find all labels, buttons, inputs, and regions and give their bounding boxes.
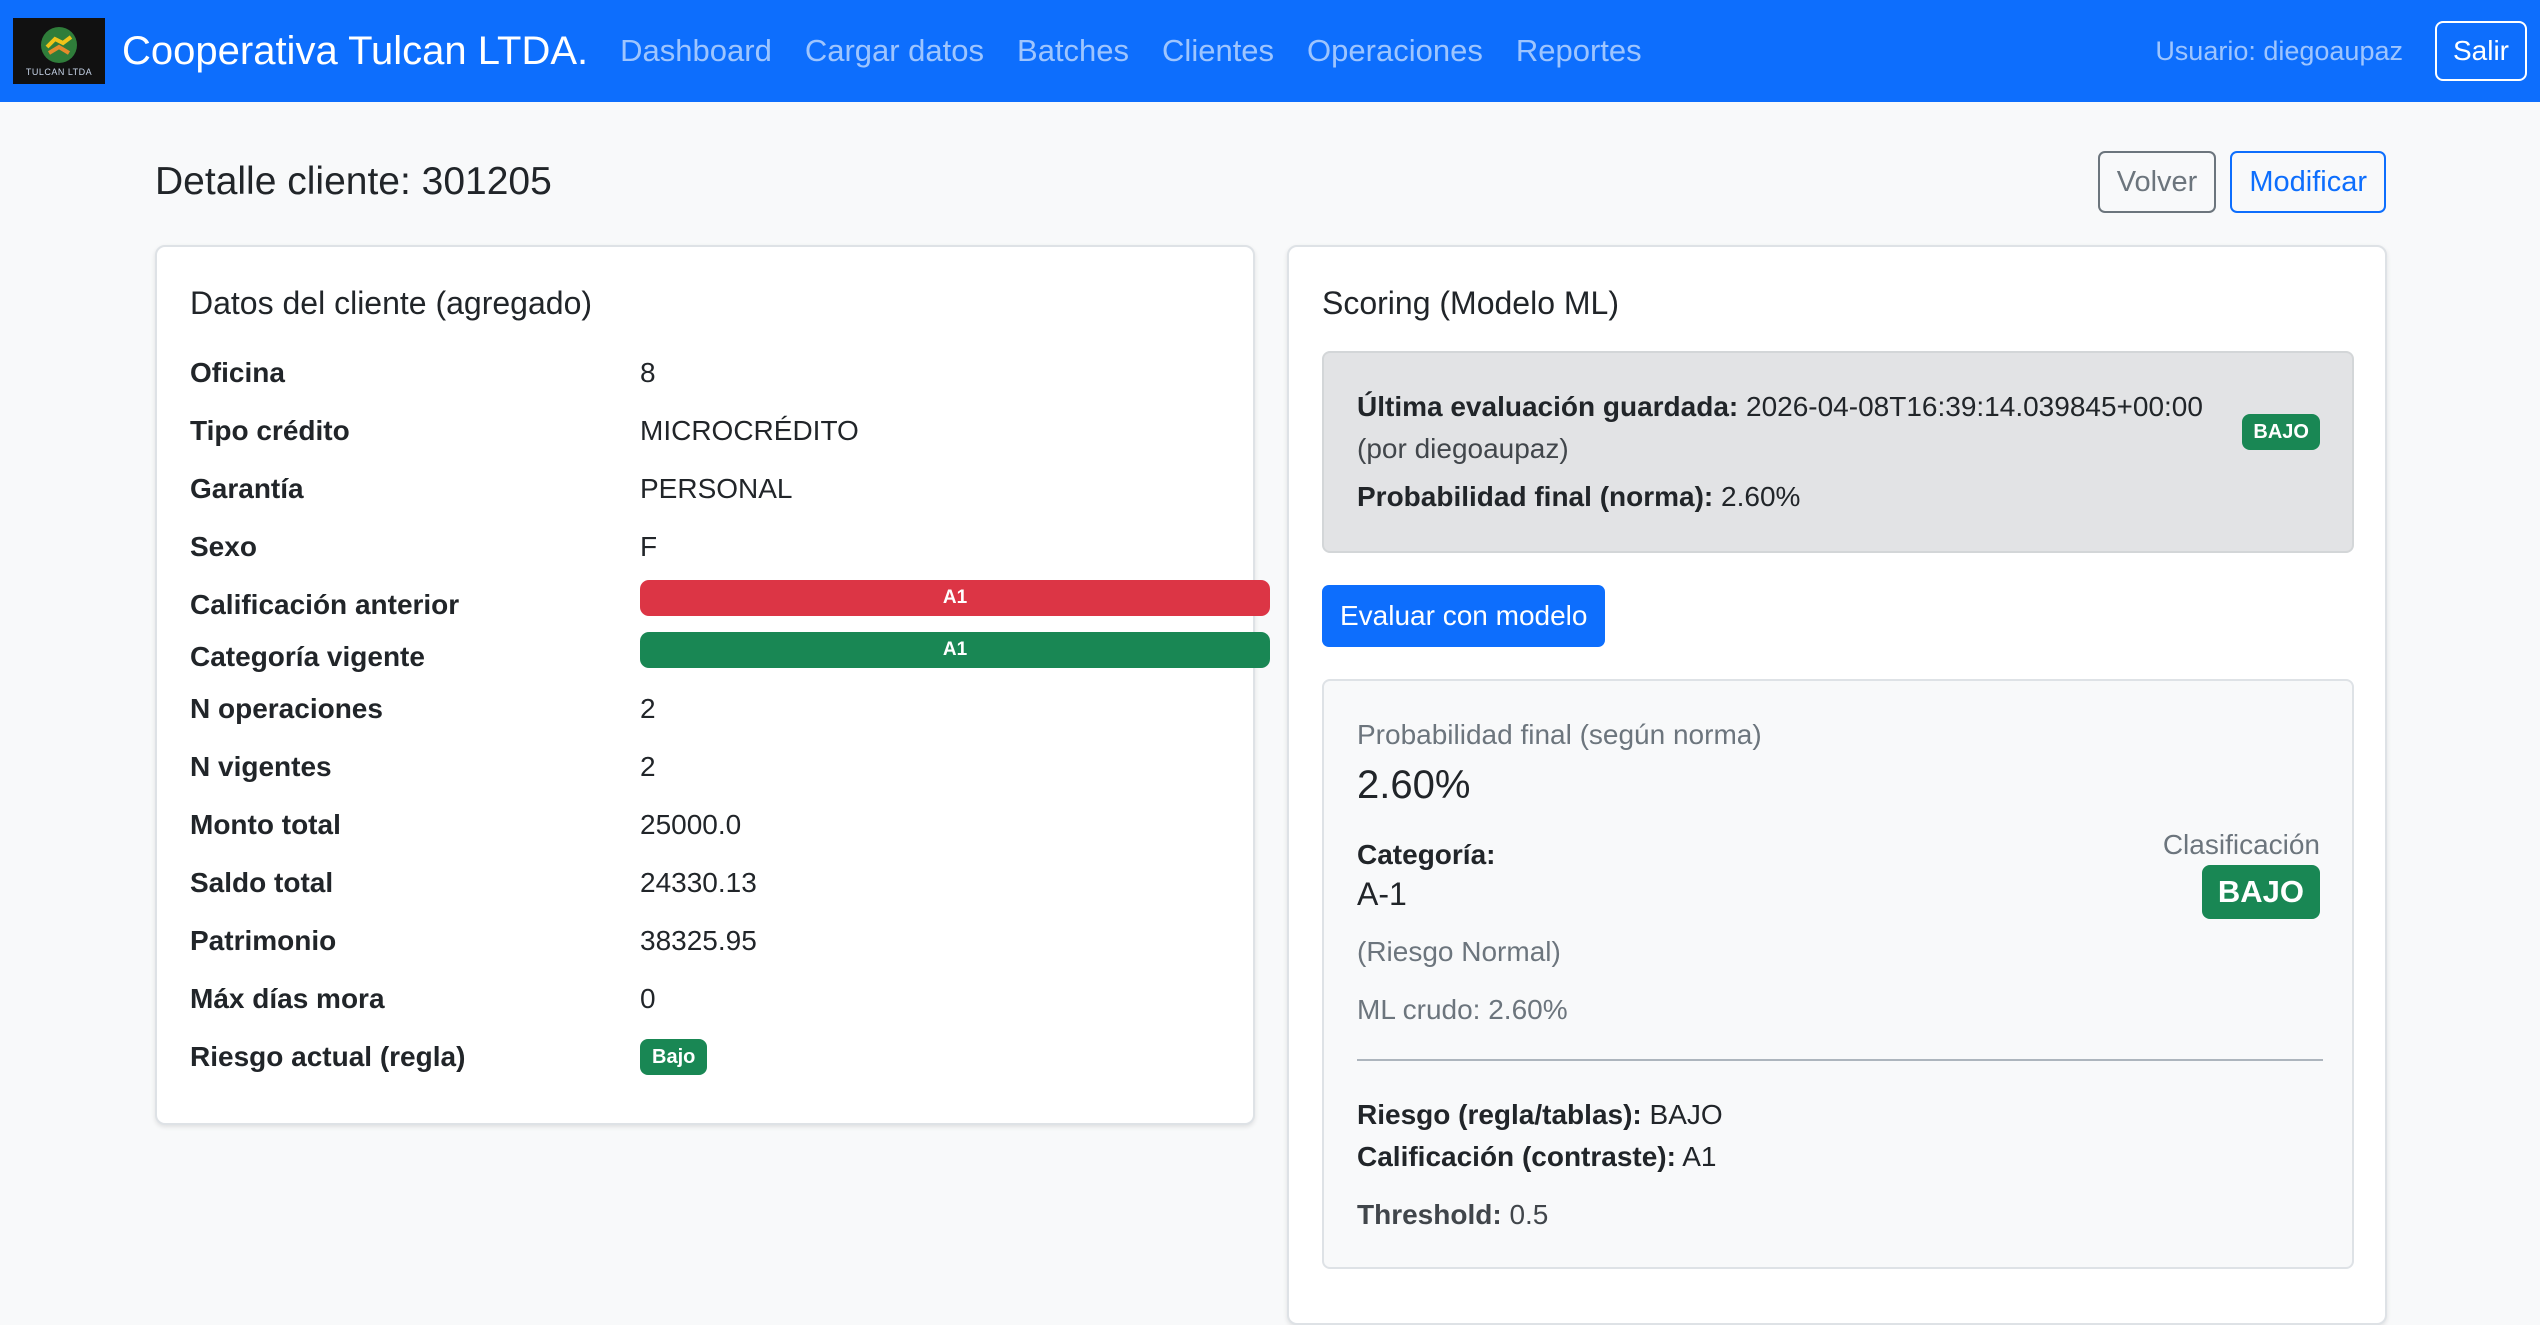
field-row-sexo: Sexo F [190,523,1225,571]
scoring-card: Scoring (Modelo ML) Última evaluación gu… [1287,245,2387,1325]
field-label: Tipo crédito [190,415,350,446]
field-label: Patrimonio [190,925,337,956]
field-value: 24330.13 [640,867,757,898]
field-label: Monto total [190,809,341,840]
divider [1357,1059,2323,1061]
status-badge: A1 [640,632,1270,668]
page-title: Detalle cliente: 301205 [155,160,552,203]
header-actions: Volver Modificar [2097,151,2386,213]
field-label: N operaciones [190,693,383,724]
contrast-value: A1 [1682,1141,1717,1172]
field-label: Riesgo actual (regla) [190,1041,466,1072]
last-eval-prob-label: Probabilidad final (norma): [1357,481,1714,512]
client-data-card: Datos del cliente (agregado) Oficina 8 T… [155,245,1270,1125]
risk-rule-label: Riesgo (regla/tablas): [1357,1099,1642,1130]
card-title: Datos del cliente (agregado) [190,285,593,321]
nav-link-cargar-datos[interactable]: Cargar datos [805,33,984,69]
threshold-label: Threshold: [1357,1199,1502,1230]
evaluate-model-button[interactable]: Evaluar con modelo [1322,585,1606,647]
classification-label: Clasificación [2162,829,2320,860]
threshold-value: 0.5 [1509,1199,1549,1230]
nav-link-dashboard[interactable]: Dashboard [620,33,772,69]
category-note: (Riesgo Normal) [1357,936,1561,967]
field-row-saldo-total: Saldo total 24330.13 [190,859,1225,907]
brand-name[interactable]: Cooperativa Tulcan LTDA. [122,29,588,74]
field-row-calificacion-anterior: Calificación anterior A1 [190,580,1270,629]
field-row-tipo-credito: Tipo crédito MICROCRÉDITO [190,407,1225,455]
last-eval-user: (por diegoaupaz) [1357,433,1569,464]
field-row-patrimonio: Patrimonio 38325.95 [190,917,1225,965]
category-value: A-1 [1357,876,1407,912]
last-eval-badge: BAJO [2242,414,2320,450]
contrast-label: Calificación (contraste): [1357,1141,1676,1172]
field-row-max-dias-mora: Máx días mora 0 [190,975,1225,1023]
status-badge: A1 [640,580,1270,616]
nav-link-batches[interactable]: Batches [1017,33,1129,69]
ml-raw: ML crudo: 2.60% [1357,994,1568,1025]
nav-link-clientes[interactable]: Clientes [1162,33,1274,69]
field-label: Calificación anterior [190,589,460,620]
risk-rule-line: Riesgo (regla/tablas): BAJO [1357,1099,1723,1131]
field-row-riesgo-actual: Riesgo actual (regla) Bajo [190,1033,1225,1081]
top-navbar: TULCAN LTDA Cooperativa Tulcan LTDA. Das… [0,0,2540,102]
last-eval-prob-line: Probabilidad final (norma): 2.60% [1357,481,1800,513]
field-value: PERSONAL [640,473,793,504]
nav-user-area: Usuario: diegoaupaz Salir [2155,21,2527,81]
scoring-result-panel: Probabilidad final (según norma) 2.60% C… [1322,679,2354,1269]
page-header: Detalle cliente: 301205 Volver Modificar [155,150,2386,214]
field-row-monto-total: Monto total 25000.0 [190,801,1225,849]
last-eval-timestamp: 2026-04-08T16:39:14.039845+00:00 [1746,391,2203,422]
last-evaluation-alert: Última evaluación guardada: 2026-04-08T1… [1322,351,2354,553]
prob-value: 2.60% [1357,763,1471,807]
field-label: N vigentes [190,751,332,782]
back-button[interactable]: Volver [2097,151,2217,213]
field-row-n-vigentes: N vigentes 2 [190,743,1225,791]
handshake-icon [41,27,77,63]
field-value: F [640,531,658,562]
field-row-n-operaciones: N operaciones 2 [190,685,1225,733]
field-row-categoria-vigente: Categoría vigente A1 [190,632,1270,681]
field-value: 38325.95 [640,925,757,956]
field-label: Categoría vigente [190,641,425,672]
field-value: 2 [640,693,656,724]
field-label: Garantía [190,473,304,504]
last-eval-label: Última evaluación guardada: [1357,391,1739,422]
nav-link-operaciones[interactable]: Operaciones [1307,33,1483,69]
field-row-garantia: Garantía PERSONAL [190,465,1225,513]
category-label: Categoría: [1357,839,1496,870]
last-eval-line: Última evaluación guardada: 2026-04-08T1… [1357,391,2203,423]
field-label: Saldo total [190,867,334,898]
last-eval-prob-value: 2.60% [1721,481,1801,512]
risk-badge: Bajo [640,1039,708,1075]
logo-text: TULCAN LTDA [25,67,93,77]
field-label: Oficina [190,357,285,388]
field-value: 2 [640,751,656,782]
field-value: 25000.0 [640,809,742,840]
logout-button[interactable]: Salir [2434,21,2527,81]
field-value: 0 [640,983,656,1014]
nav-links: Dashboard Cargar datos Batches Clientes … [620,33,1674,69]
field-label: Máx días mora [190,983,385,1014]
threshold-line: Threshold: 0.5 [1357,1199,1548,1231]
field-row-oficina: Oficina 8 [190,349,1225,397]
current-user: Usuario: diegoaupaz [2155,35,2403,66]
edit-button[interactable]: Modificar [2230,151,2386,213]
prob-heading: Probabilidad final (según norma) [1357,719,1762,750]
field-value: MICROCRÉDITO [640,415,859,446]
card-title: Scoring (Modelo ML) [1322,285,1619,321]
field-value: 8 [640,357,656,388]
brand-logo[interactable]: TULCAN LTDA [13,18,105,84]
nav-link-reportes[interactable]: Reportes [1516,33,1642,69]
contrast-line: Calificación (contraste): A1 [1357,1141,1716,1173]
field-label: Sexo [190,531,257,562]
risk-rule-value: BAJO [1649,1099,1723,1130]
classification-badge: BAJO [2201,865,2320,919]
